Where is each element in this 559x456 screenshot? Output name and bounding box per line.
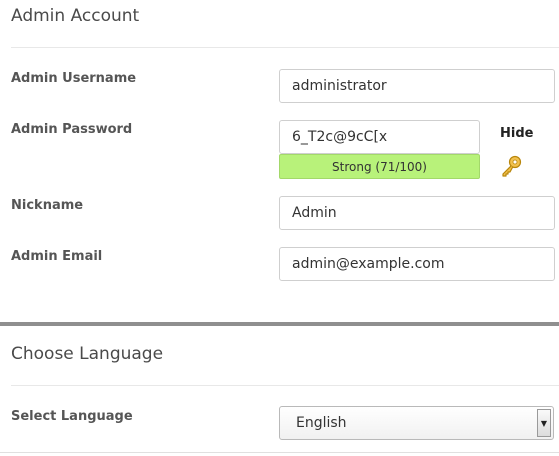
password-strength-meter: Strong (71/100) [279,154,480,179]
admin-username-input[interactable]: administrator [279,69,555,103]
hide-password-link[interactable]: Hide [500,126,533,141]
section-divider [11,385,559,386]
chevron-down-icon[interactable]: ▼ [537,409,551,437]
admin-email-input[interactable]: admin@example.com [279,247,555,281]
language-select-value: English [296,415,347,431]
select-language-label: Select Language [11,409,133,424]
nickname-label: Nickname [11,198,84,213]
admin-email-label: Admin Email [11,249,103,264]
admin-password-input[interactable]: 6_T2c@9cC[x [279,120,480,154]
admin-account-title: Admin Account [11,6,140,26]
admin-password-label: Admin Password [11,122,133,137]
section-divider [11,47,559,48]
choose-language-title: Choose Language [11,344,164,364]
language-select[interactable]: English ▼ [279,406,554,440]
admin-username-label: Admin Username [11,71,137,86]
bottom-divider [0,452,559,453]
nickname-input[interactable]: Admin [279,196,555,230]
key-icon[interactable] [500,154,524,178]
section-separator [0,322,559,326]
